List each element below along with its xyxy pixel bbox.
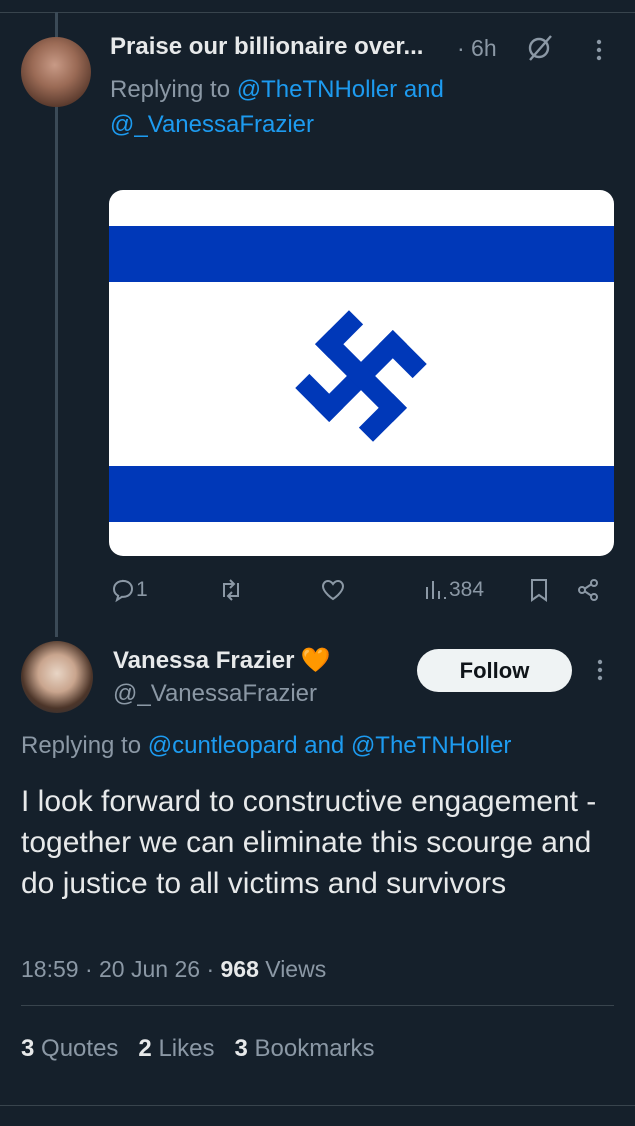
reply-count: 1 <box>136 578 148 601</box>
bottom-divider <box>0 1105 635 1106</box>
mention-link[interactable]: @cuntleopard <box>148 732 298 759</box>
avatar[interactable] <box>21 37 91 107</box>
bookmarks-count: 3 <box>234 1035 248 1062</box>
views-button[interactable]: 384 <box>423 577 484 603</box>
tweet-text: I look forward to constructive engagemen… <box>21 785 597 900</box>
tweet-date[interactable]: 20 Jun 26 <box>99 956 200 982</box>
bookmarks-link[interactable]: 3 Bookmarks <box>234 1035 374 1063</box>
views-count: 384 <box>449 578 485 601</box>
mention-link[interactable]: @TheTNHoller <box>351 732 511 759</box>
flag-stripe-top <box>109 226 614 282</box>
author-name[interactable]: Vanessa Frazier <box>113 647 294 675</box>
replying-and: and <box>304 732 345 759</box>
author-name[interactable]: Praise our billionaire over... <box>110 33 423 61</box>
replying-and: and <box>403 76 444 103</box>
tweet-media-image[interactable] <box>109 190 614 556</box>
tweet-time[interactable]: 18:59 <box>21 956 79 982</box>
likes-label: Likes <box>158 1035 215 1062</box>
replying-label: Replying to <box>110 76 231 103</box>
replying-label: Replying to <box>21 732 142 759</box>
views-count: 968 <box>220 956 259 982</box>
author-name-row[interactable]: Vanessa Frazier 🧡 <box>113 646 330 675</box>
author-handle[interactable]: @_VanessaFrazier <box>113 680 317 708</box>
replying-to: Replying to @TheTNHoller and @_VanessaFr… <box>110 72 580 142</box>
analytics-icon <box>426 581 446 599</box>
divider <box>21 1005 614 1006</box>
like-button[interactable] <box>320 577 346 603</box>
replying-to: Replying to @cuntleopard and @TheTNHolle… <box>21 732 511 760</box>
share-icon <box>578 579 598 601</box>
retweet-icon <box>223 579 239 601</box>
separator: · <box>206 956 215 982</box>
quotes-label: Quotes <box>41 1035 119 1062</box>
top-divider <box>0 12 635 13</box>
reply-button[interactable]: 1 <box>110 577 148 603</box>
flag-emblem-icon <box>295 310 427 442</box>
tweet-time[interactable]: · 6h <box>457 35 497 62</box>
share-button[interactable] <box>575 577 601 603</box>
retweet-button[interactable] <box>218 577 244 603</box>
more-options-icon[interactable] <box>585 36 613 64</box>
follow-button[interactable]: Follow <box>417 649 572 692</box>
heart-badge-icon: 🧡 <box>300 647 331 674</box>
quotes-link[interactable]: 3 Quotes <box>21 1035 118 1063</box>
heart-icon <box>321 579 345 601</box>
likes-count: 2 <box>138 1035 152 1062</box>
bookmarks-label: Bookmarks <box>254 1035 375 1062</box>
avatar[interactable] <box>21 641 93 713</box>
engagement-stats: 3 Quotes 2 Likes 3 Bookmarks <box>21 1035 375 1063</box>
reply-icon <box>112 579 134 603</box>
mention-link[interactable]: @_VanessaFrazier <box>110 111 314 138</box>
tweet-metadata: 18:59 · 20 Jun 26 · 968 Views <box>21 956 326 983</box>
separator: · <box>84 956 93 982</box>
flag-stripe-bottom <box>109 466 614 522</box>
likes-link[interactable]: 2 Likes <box>138 1035 214 1063</box>
quotes-count: 3 <box>21 1035 35 1062</box>
bookmark-icon <box>531 579 547 602</box>
bookmark-button[interactable] <box>526 577 552 603</box>
mention-link[interactable]: @TheTNHoller <box>237 76 397 103</box>
more-options-icon[interactable] <box>586 656 614 684</box>
muted-conversation-icon <box>528 35 552 61</box>
views-label: Views <box>265 956 327 982</box>
